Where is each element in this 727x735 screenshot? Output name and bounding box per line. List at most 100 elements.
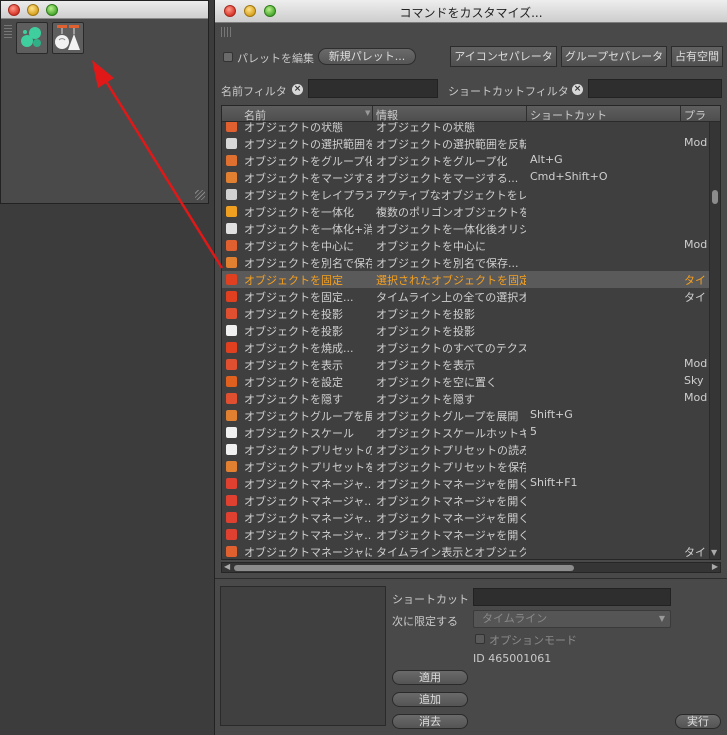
command-icon — [226, 444, 237, 455]
command-icon — [226, 206, 237, 217]
table-row[interactable]: オブジェクトスケール オブジェクトスケールホットキ 5 — [222, 424, 710, 441]
table-row[interactable]: オブジェクトプリセットの オブジェクトプリセットの読み — [222, 441, 710, 458]
table-row[interactable]: オブジェクトを固定 選択されたオブジェクトを固定 タイ — [222, 271, 710, 288]
restrict-select[interactable]: タイムライン ▼ — [473, 610, 671, 628]
scroll-left-icon[interactable]: ◀ — [224, 562, 230, 571]
table-row[interactable]: オブジェクトマネージャ... オブジェクトマネージャを開く — [222, 509, 710, 526]
dialog-grip-icon[interactable] — [221, 27, 233, 37]
command-icon — [226, 291, 237, 302]
option-mode-checkbox[interactable] — [475, 634, 485, 644]
cell-extra: Mod — [684, 391, 708, 404]
restrict-label: 次に限定する — [392, 615, 458, 628]
cell-name: オブジェクトマネージャ... — [244, 512, 372, 525]
palette-grip-icon[interactable] — [4, 25, 12, 39]
minimize-icon[interactable] — [27, 4, 39, 16]
blob-icon — [21, 27, 41, 47]
table-row[interactable]: オブジェクトを表示 オブジェクトを表示 Mod — [222, 356, 710, 373]
table-row[interactable]: オブジェクトを隠す オブジェクトを隠す Mod — [222, 390, 710, 407]
zoom-icon[interactable] — [46, 4, 58, 16]
cell-shortcut: Cmd+Shift+O — [530, 170, 608, 183]
palette-titlebar — [1, 1, 208, 19]
scroll-down-icon[interactable]: ▼ — [711, 548, 717, 557]
cell-extra: Sky — [684, 374, 704, 387]
palette-button-blob[interactable] — [16, 22, 48, 54]
icon-separator-button[interactable]: アイコンセパレータ — [450, 46, 557, 67]
commands-table: 名前 ▼ 情報 ショートカット プラ オブジェクトの状態 オブジェクトの状態 オブジ… — [221, 105, 721, 560]
clear-shortcut-filter-icon[interactable]: × — [572, 84, 583, 95]
space-button[interactable]: 占有空間 — [671, 46, 723, 67]
table-row[interactable]: オブジェクトマネージャ... オブジェクトマネージャを開く — [222, 526, 710, 543]
shortcut-filter-input[interactable] — [588, 79, 722, 98]
command-icon — [226, 257, 237, 268]
execute-button[interactable]: 実行 — [675, 714, 721, 729]
palette-button-lamp[interactable] — [52, 22, 84, 54]
resize-grip-icon[interactable] — [195, 190, 205, 200]
cell-name: オブジェクトの選択範囲を — [244, 138, 372, 151]
table-row[interactable]: オブジェクトをレイプラス アクティブなオブジェクトをレ — [222, 186, 710, 203]
icon-preview-area — [220, 586, 386, 726]
table-row[interactable]: オブジェクトの選択範囲を オブジェクトの選択範囲を反転 Mod — [222, 135, 710, 152]
cell-name: オブジェクトを固定 — [244, 274, 343, 287]
command-icon — [226, 122, 237, 132]
cell-info: オブジェクトスケールホットキ — [376, 427, 526, 440]
cell-info: オブジェクトマネージャを開く — [376, 529, 526, 542]
apply-button[interactable]: 適用 — [392, 670, 468, 685]
table-row[interactable]: オブジェクトプリセットを オブジェクトプリセットを保存 — [222, 458, 710, 475]
shortcut-filter-label: ショートカットフィルタ — [448, 85, 569, 98]
sort-indicator-icon: ▼ — [365, 109, 371, 117]
column-header-shortcut[interactable]: ショートカット — [530, 107, 607, 123]
horizontal-scrollbar[interactable]: ◀ ▶ — [221, 562, 721, 573]
cell-info: アクティブなオブジェクトをレ — [376, 189, 526, 202]
column-header-name[interactable]: 名前 — [244, 107, 266, 123]
scroll-right-icon[interactable]: ▶ — [712, 562, 718, 571]
table-row[interactable]: オブジェクトを中心に オブジェクトを中心に Mod — [222, 237, 710, 254]
cell-name: オブジェクトを別名で保存 — [244, 257, 372, 270]
horizontal-scroll-thumb[interactable] — [234, 565, 574, 571]
table-row[interactable]: オブジェクトマネージャに タイムライン表示とオブジェク タイ — [222, 543, 710, 559]
table-row[interactable]: オブジェクトを固定... タイムライン上の全ての選択オ タイ — [222, 288, 710, 305]
table-row[interactable]: オブジェクトの状態 オブジェクトの状態 — [222, 122, 710, 135]
table-row[interactable]: オブジェクトマネージャ... オブジェクトマネージャを開く — [222, 492, 710, 509]
cell-info: オブジェクトプリセットを保存 — [376, 461, 526, 474]
cell-info: オブジェクトをグループ化 — [376, 155, 508, 168]
table-row[interactable]: オブジェクトを設定 オブジェクトを空に置く Sky — [222, 373, 710, 390]
table-row[interactable]: オブジェクトを投影 オブジェクトを投影 — [222, 322, 710, 339]
add-button[interactable]: 追加 — [392, 692, 468, 707]
table-body: オブジェクトの状態 オブジェクトの状態 オブジェクトの選択範囲を オブジェクトの選択範… — [222, 122, 710, 559]
command-icon — [226, 529, 237, 540]
close-icon[interactable] — [8, 4, 20, 16]
cell-name: オブジェクトグループを展 — [244, 410, 372, 423]
table-row[interactable]: オブジェクトを別名で保存 オブジェクトを別名で保存... — [222, 254, 710, 271]
command-icon — [226, 376, 237, 387]
table-row[interactable]: オブジェクトをマージする オブジェクトをマージする... Cmd+Shift+O — [222, 169, 710, 186]
vertical-scroll-thumb[interactable] — [712, 190, 718, 204]
command-icon — [226, 172, 237, 183]
new-palette-button[interactable]: 新規パレット... — [318, 48, 416, 65]
table-row[interactable]: オブジェクトグループを展 オブジェクトグループを展開 Shift+G — [222, 407, 710, 424]
vertical-scrollbar[interactable]: ▼ — [709, 122, 720, 559]
table-row[interactable]: オブジェクトを一体化 複数のポリゴンオブジェクトを — [222, 203, 710, 220]
cell-extra: タイ — [684, 291, 706, 304]
table-row[interactable]: オブジェクトを一体化+消 オブジェクトを一体化後オリジ — [222, 220, 710, 237]
column-header-info[interactable]: 情報 — [376, 107, 398, 123]
edit-palette-checkbox[interactable] — [223, 52, 233, 62]
delete-button[interactable]: 消去 — [392, 714, 468, 729]
cell-name: オブジェクトをグループ化 — [244, 155, 372, 168]
name-filter-input[interactable] — [308, 79, 438, 98]
group-separator-button[interactable]: グループセパレータ — [561, 46, 667, 67]
cell-info: オブジェクトを隠す — [376, 393, 475, 406]
column-header-plugin[interactable]: プラ — [684, 107, 706, 123]
cell-info: オブジェクトを表示 — [376, 359, 475, 372]
command-icon — [226, 325, 237, 336]
table-row[interactable]: オブジェクトマネージャ... オブジェクトマネージャを開く Shift+F1 — [222, 475, 710, 492]
command-icon — [226, 274, 237, 285]
table-row[interactable]: オブジェクトを焼成... オブジェクトのすべてのテクス — [222, 339, 710, 356]
shortcut-input[interactable] — [473, 588, 671, 606]
clear-name-filter-icon[interactable]: × — [292, 84, 303, 95]
table-row[interactable]: オブジェクトを投影 オブジェクトを投影 — [222, 305, 710, 322]
command-icon — [226, 478, 237, 489]
option-mode-label: オプションモード — [489, 634, 577, 647]
cell-info: オブジェクトを投影 — [376, 325, 475, 338]
table-row[interactable]: オブジェクトをグループ化 オブジェクトをグループ化 Alt+G — [222, 152, 710, 169]
cell-extra: タイ — [684, 546, 706, 559]
